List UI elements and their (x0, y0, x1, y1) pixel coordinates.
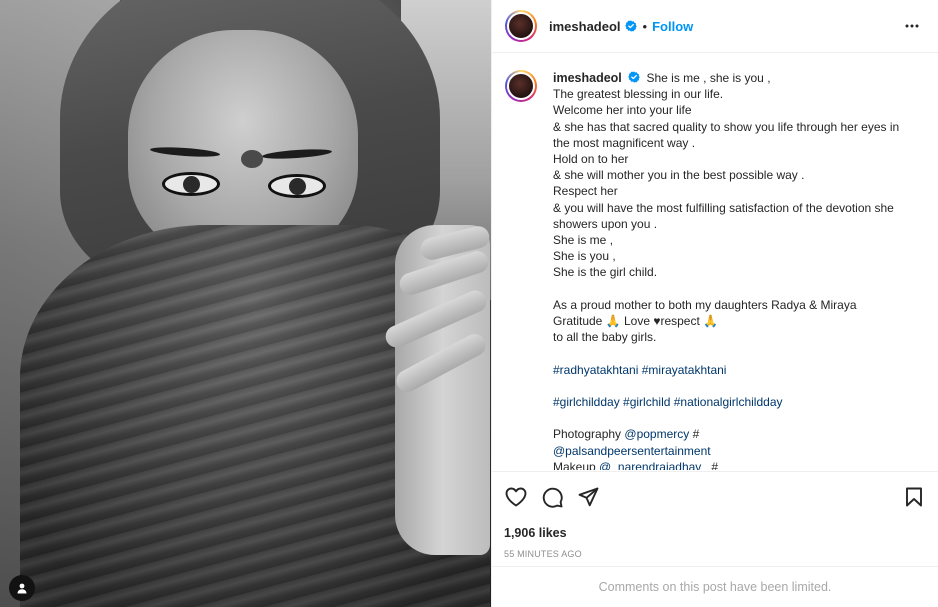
caption-line: & you will have the most fulfilling sati… (553, 200, 894, 215)
caption-line: to all the baby girls. (553, 330, 657, 345)
caption-line: She is you , (553, 249, 616, 264)
mention-link[interactable]: @popmercy (624, 427, 689, 441)
caption-line: She is me , (553, 233, 614, 248)
post-actions: 1,906 likes 55 MINUTES AGO (492, 471, 938, 559)
mention-link[interactable]: @palsandpeersentertainment (553, 444, 711, 458)
caption-line: #girlchildday #girlchild #nationalgirlch… (553, 394, 921, 410)
caption-area[interactable]: imeshadeol She is me , she is you , The … (492, 54, 938, 470)
caption-line: Photography @popmercy # (553, 427, 700, 442)
caption-line: Gratitude 🙏 Love ♥respect 🙏 (553, 314, 719, 329)
hashtag-link[interactable]: #girlchildday (553, 395, 620, 409)
share-icon[interactable] (576, 485, 600, 509)
header-separator: • (642, 18, 648, 34)
comment-icon[interactable] (540, 485, 564, 509)
caption-row: imeshadeol She is me , she is you , The … (505, 70, 922, 470)
photo-eye-right (268, 174, 326, 198)
caption-line: As a proud mother to both my daughters R… (553, 297, 857, 312)
author-avatar[interactable] (505, 10, 537, 42)
caption-line (553, 378, 921, 394)
caption-line: showers upon you . (553, 216, 658, 231)
caption-line: The greatest blessing in our life. (553, 87, 724, 102)
bookmark-icon[interactable] (902, 485, 926, 509)
mention-link[interactable]: @_narendrajadhav_ (599, 460, 708, 470)
caption-line (553, 281, 921, 297)
post-timestamp[interactable]: 55 MINUTES AGO (504, 549, 926, 559)
caption-line (553, 410, 921, 426)
caption-line: @palsandpeersentertainment (553, 443, 921, 459)
caption-username[interactable]: imeshadeol (553, 71, 622, 85)
action-row (504, 484, 926, 510)
hashtag-link[interactable]: #radhyatakhtani (553, 363, 638, 377)
caption-text: imeshadeol She is me , she is you , The … (553, 70, 921, 470)
verified-badge-icon (624, 20, 637, 32)
caption-line: Hold on to her (553, 152, 629, 167)
instagram-post: imeshadeol • Follow imeshadeol She is me… (0, 0, 938, 607)
heart-icon[interactable] (504, 485, 528, 509)
post-side-panel: imeshadeol • Follow imeshadeol She is me… (491, 0, 938, 607)
caption-line: Welcome her into your life (553, 103, 692, 118)
caption-line: & she will mother you in the best possib… (553, 168, 805, 183)
caption-author-avatar[interactable] (505, 70, 537, 102)
caption-line: Respect her (553, 184, 618, 199)
caption-line: Makeup @_narendrajadhav_ # (553, 459, 921, 470)
verified-badge-icon (628, 71, 640, 83)
post-header: imeshadeol • Follow (492, 0, 938, 53)
post-photo[interactable] (0, 0, 491, 607)
caption-first-line: imeshadeol She is me , she is you , (553, 70, 921, 86)
caption-line: She is the girl child. (553, 265, 658, 280)
hashtag-link[interactable]: #nationalgirlchildday (674, 395, 783, 409)
follow-button[interactable]: Follow (652, 19, 693, 34)
photo-eye-left (162, 172, 220, 196)
caption-line (553, 345, 921, 361)
more-options-icon[interactable] (900, 14, 924, 38)
photo-bindi (241, 150, 263, 168)
caption-line: & she has that sacred quality to show yo… (553, 119, 900, 134)
caption-line: #radhyatakhtani #mirayatakhtani (553, 362, 921, 378)
comments-limited-notice: Comments on this post have been limited. (492, 566, 938, 607)
hashtag-link[interactable]: #mirayatakhtani (642, 363, 727, 377)
user-tag-icon[interactable] (9, 575, 35, 601)
caption-lines: The greatest blessing in our life. Welcom… (553, 86, 921, 470)
caption-opening: She is me , she is you , (646, 71, 771, 85)
caption-line: the most magnificent way . (553, 135, 696, 150)
author-username[interactable]: imeshadeol (549, 19, 621, 34)
hashtag-link[interactable]: #girlchild (623, 395, 670, 409)
likes-count[interactable]: 1,906 likes (504, 526, 926, 540)
